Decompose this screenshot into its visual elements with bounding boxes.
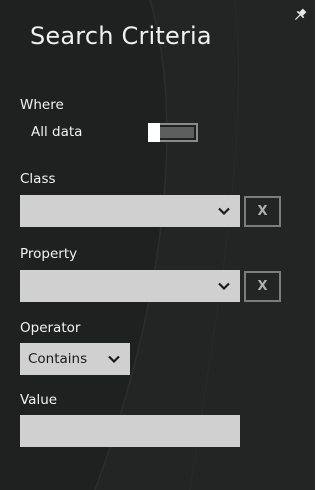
- property-label: Property: [20, 246, 78, 262]
- chevron-down-icon: [218, 207, 230, 216]
- chevron-down-icon: [108, 355, 120, 364]
- operator-dropdown[interactable]: Contains: [20, 343, 130, 375]
- value-label: Value: [20, 392, 58, 408]
- toggle-thumb[interactable]: [148, 123, 160, 142]
- chevron-down-icon: [218, 282, 230, 291]
- all-data-toggle[interactable]: [148, 123, 198, 142]
- clear-property-button[interactable]: X: [244, 271, 281, 302]
- pin-icon[interactable]: [293, 8, 307, 22]
- class-dropdown[interactable]: [20, 195, 240, 227]
- clear-class-button[interactable]: X: [244, 196, 281, 227]
- operator-selected-value: Contains: [28, 351, 88, 367]
- value-input[interactable]: [20, 415, 240, 447]
- search-criteria-panel: Search Criteria Where All data Class X P…: [0, 0, 315, 490]
- class-label: Class: [20, 171, 56, 187]
- property-dropdown[interactable]: [20, 270, 240, 302]
- toggle-track-fill: [160, 127, 194, 138]
- all-data-toggle-label: All data: [31, 124, 83, 140]
- operator-label: Operator: [20, 320, 81, 336]
- page-title: Search Criteria: [30, 22, 212, 50]
- where-label: Where: [20, 97, 64, 113]
